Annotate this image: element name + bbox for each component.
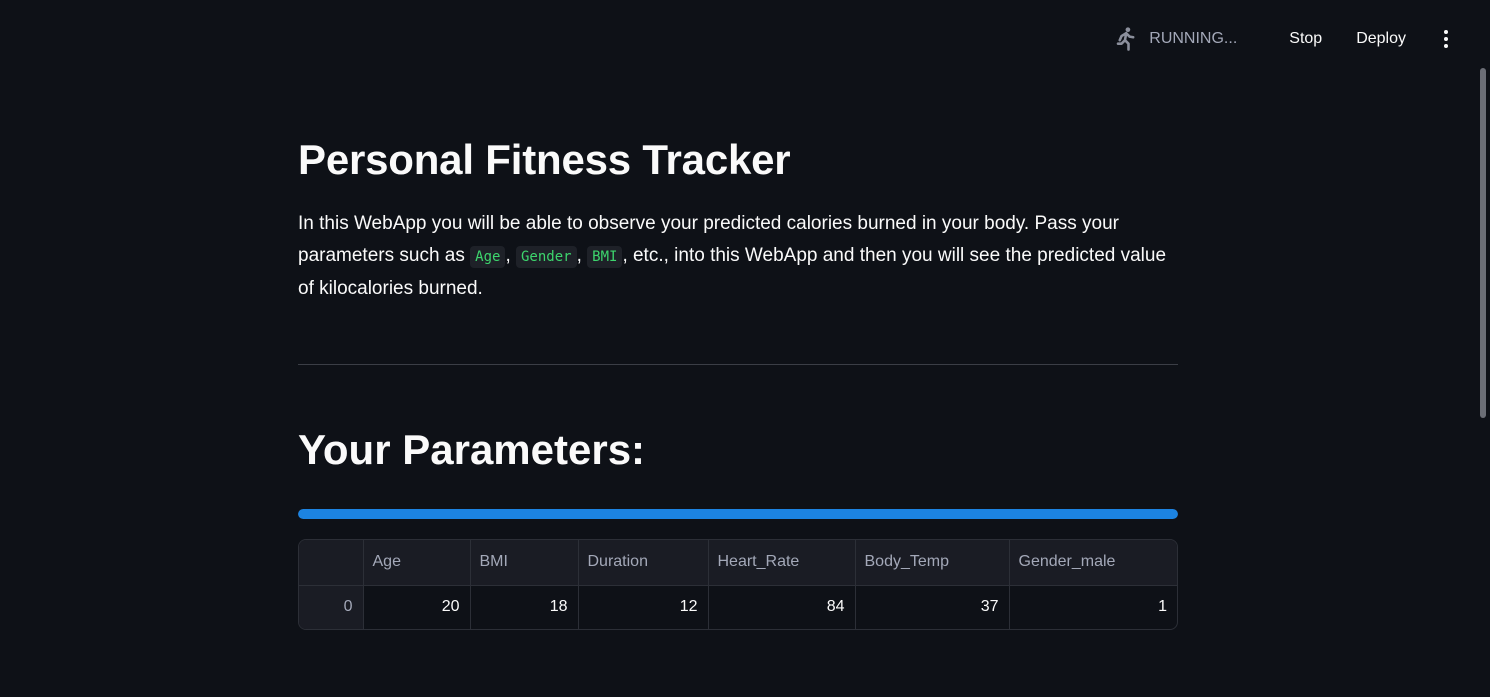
cell-heart-rate[interactable]: 84 — [708, 585, 856, 629]
cell-duration[interactable]: 12 — [578, 585, 709, 629]
column-header-body-temp[interactable]: Body_Temp — [855, 540, 1010, 586]
code-bmi: BMI — [587, 246, 623, 268]
cell-gender-male[interactable]: 1 — [1009, 585, 1177, 629]
progress-fill — [298, 509, 1178, 519]
intro-sep-1: , — [505, 245, 516, 266]
column-header-gender-male[interactable]: Gender_male — [1009, 540, 1177, 586]
progress-bar — [298, 509, 1178, 519]
page-scrollbar[interactable] — [1480, 68, 1486, 418]
column-header-bmi[interactable]: BMI — [470, 540, 579, 586]
deploy-button[interactable]: Deploy — [1348, 24, 1414, 54]
intro-sep-2: , — [576, 245, 588, 266]
cell-age[interactable]: 20 — [363, 585, 471, 629]
column-header-age[interactable]: Age — [363, 540, 471, 586]
column-header-index[interactable] — [299, 540, 364, 586]
cell-body-temp[interactable]: 37 — [855, 585, 1010, 629]
running-status: RUNNING... — [1111, 25, 1237, 53]
stop-button[interactable]: Stop — [1281, 24, 1330, 54]
section-title: Your Parameters: — [298, 426, 646, 473]
code-age: Age — [470, 246, 506, 268]
running-man-icon — [1116, 27, 1135, 51]
page-title: Personal Fitness Tracker — [298, 136, 791, 183]
parameters-table[interactable]: Age BMI Duration Heart_Rate Body_Temp Ge… — [298, 539, 1178, 630]
status-text: RUNNING... — [1149, 30, 1238, 47]
top-toolbar: RUNNING... Stop Deploy — [0, 0, 1490, 78]
code-gender: Gender — [516, 246, 577, 268]
main-menu-kebab-icon[interactable] — [1438, 26, 1454, 52]
cell-bmi[interactable]: 18 — [470, 585, 579, 629]
row-index-cell[interactable]: 0 — [299, 585, 364, 629]
section-divider — [298, 364, 1178, 365]
table-header-row: Age BMI Duration Heart_Rate Body_Temp Ge… — [299, 540, 1177, 586]
table-row: 0 20 18 12 84 37 1 — [299, 585, 1177, 629]
column-header-duration[interactable]: Duration — [578, 540, 709, 586]
column-header-heart-rate[interactable]: Heart_Rate — [708, 540, 856, 586]
intro-paragraph: In this WebApp you will be able to obser… — [298, 208, 1178, 305]
